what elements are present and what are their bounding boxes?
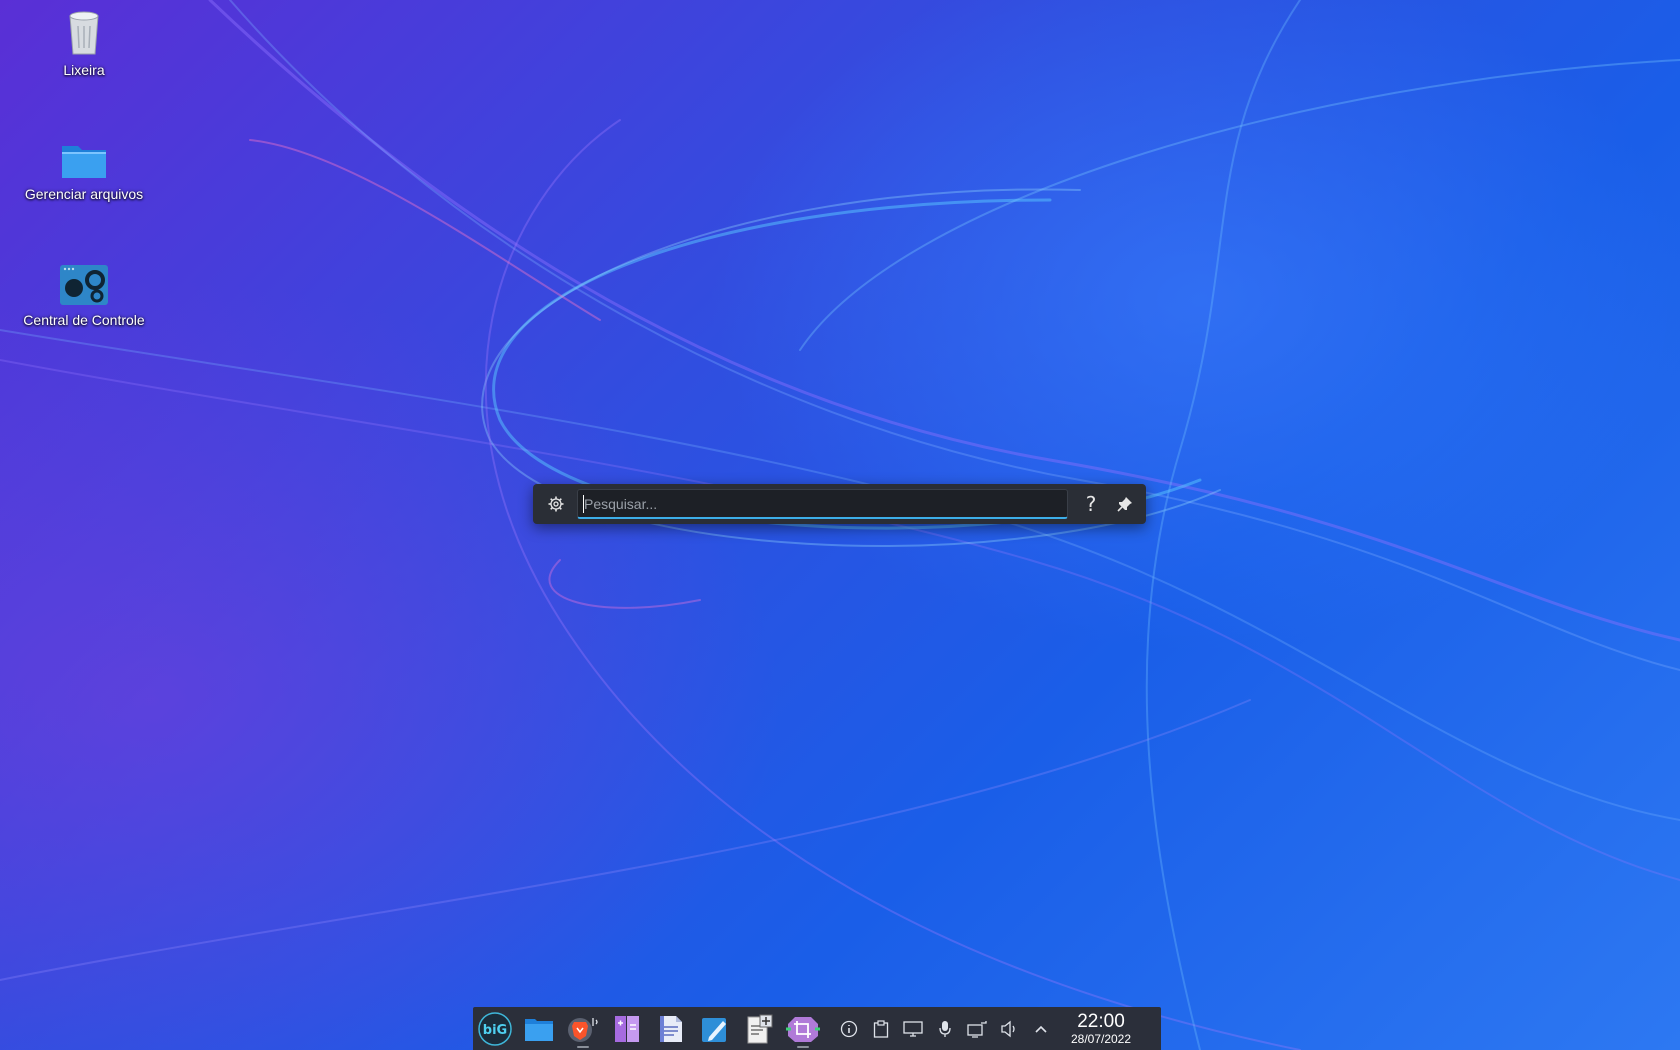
- task-clipboard-editor[interactable]: [737, 1007, 781, 1050]
- tray-display[interactable]: [897, 1007, 929, 1050]
- active-indicator: [577, 1046, 589, 1048]
- help-icon: ?: [1085, 492, 1097, 516]
- network-icon: [967, 1020, 987, 1038]
- tray-clipboard[interactable]: [865, 1007, 897, 1050]
- tray-microphone[interactable]: [929, 1007, 961, 1050]
- biglinux-menu-icon: biG: [478, 1011, 512, 1046]
- display-icon: [903, 1020, 923, 1037]
- document-viewer-icon: [660, 1015, 682, 1042]
- microphone-icon: [939, 1020, 951, 1037]
- krunner-settings-button[interactable]: [539, 487, 573, 521]
- task-brave-browser[interactable]: [561, 1007, 605, 1050]
- brave-browser-icon: [568, 1017, 598, 1042]
- search-input[interactable]: [578, 490, 1067, 517]
- desktop-icon-control-center[interactable]: Central de Controle: [14, 264, 154, 328]
- system-tray: [833, 1007, 1057, 1050]
- taskbar: biG 22:00 28/07/2022: [473, 1007, 1161, 1050]
- help-button[interactable]: ?: [1074, 487, 1108, 521]
- desktop-icon-label: Gerenciar arquivos: [24, 186, 144, 202]
- task-text-editor[interactable]: [693, 1007, 737, 1050]
- kate-sidebar-icon: [615, 1015, 639, 1042]
- task-screenshot[interactable]: [781, 1007, 825, 1050]
- task-kate[interactable]: [605, 1007, 649, 1050]
- trash-icon: [69, 11, 99, 55]
- active-indicator: [797, 1046, 809, 1048]
- krunner-search-bar: ?: [533, 484, 1146, 524]
- gear-icon: [548, 496, 564, 512]
- tray-network[interactable]: [961, 1007, 993, 1050]
- file-manager-icon: [525, 1018, 553, 1041]
- desktop-icon-label: Lixeira: [63, 62, 105, 78]
- screenshot-crop-icon: [786, 1016, 820, 1042]
- task-document-viewer[interactable]: [649, 1007, 693, 1050]
- clipboard-icon: [873, 1019, 889, 1038]
- folder-icon: [62, 146, 106, 178]
- volume-icon: [1001, 1020, 1015, 1037]
- pin-button[interactable]: [1108, 487, 1142, 521]
- desktop-icon-label: Central de Controle: [23, 312, 145, 328]
- clipboard-editor-icon: [747, 1014, 773, 1043]
- text-editor-icon: [702, 1017, 726, 1042]
- desktop-icon-file-manager[interactable]: Gerenciar arquivos: [14, 140, 154, 202]
- desktop-icon-trash[interactable]: Lixeira: [14, 8, 154, 78]
- info-icon: [840, 1020, 858, 1037]
- text-cursor: [583, 495, 584, 513]
- pin-icon: [1117, 497, 1132, 512]
- clock-time: 22:00: [1077, 1010, 1125, 1032]
- tray-info[interactable]: [833, 1007, 865, 1050]
- tray-expand[interactable]: [1025, 1007, 1057, 1050]
- tray-volume[interactable]: [993, 1007, 1025, 1050]
- control-center-icon: [60, 265, 108, 305]
- expand-tray-icon: [1035, 1025, 1047, 1033]
- svg-text:biG: biG: [483, 1023, 507, 1038]
- task-file-manager[interactable]: [517, 1007, 561, 1050]
- search-field[interactable]: [577, 489, 1068, 519]
- desktop-wallpaper: [0, 0, 1680, 1050]
- digital-clock[interactable]: 22:00 28/07/2022: [1063, 1010, 1139, 1046]
- clock-date: 28/07/2022: [1070, 1031, 1132, 1046]
- launcher-button[interactable]: biG: [473, 1007, 517, 1050]
